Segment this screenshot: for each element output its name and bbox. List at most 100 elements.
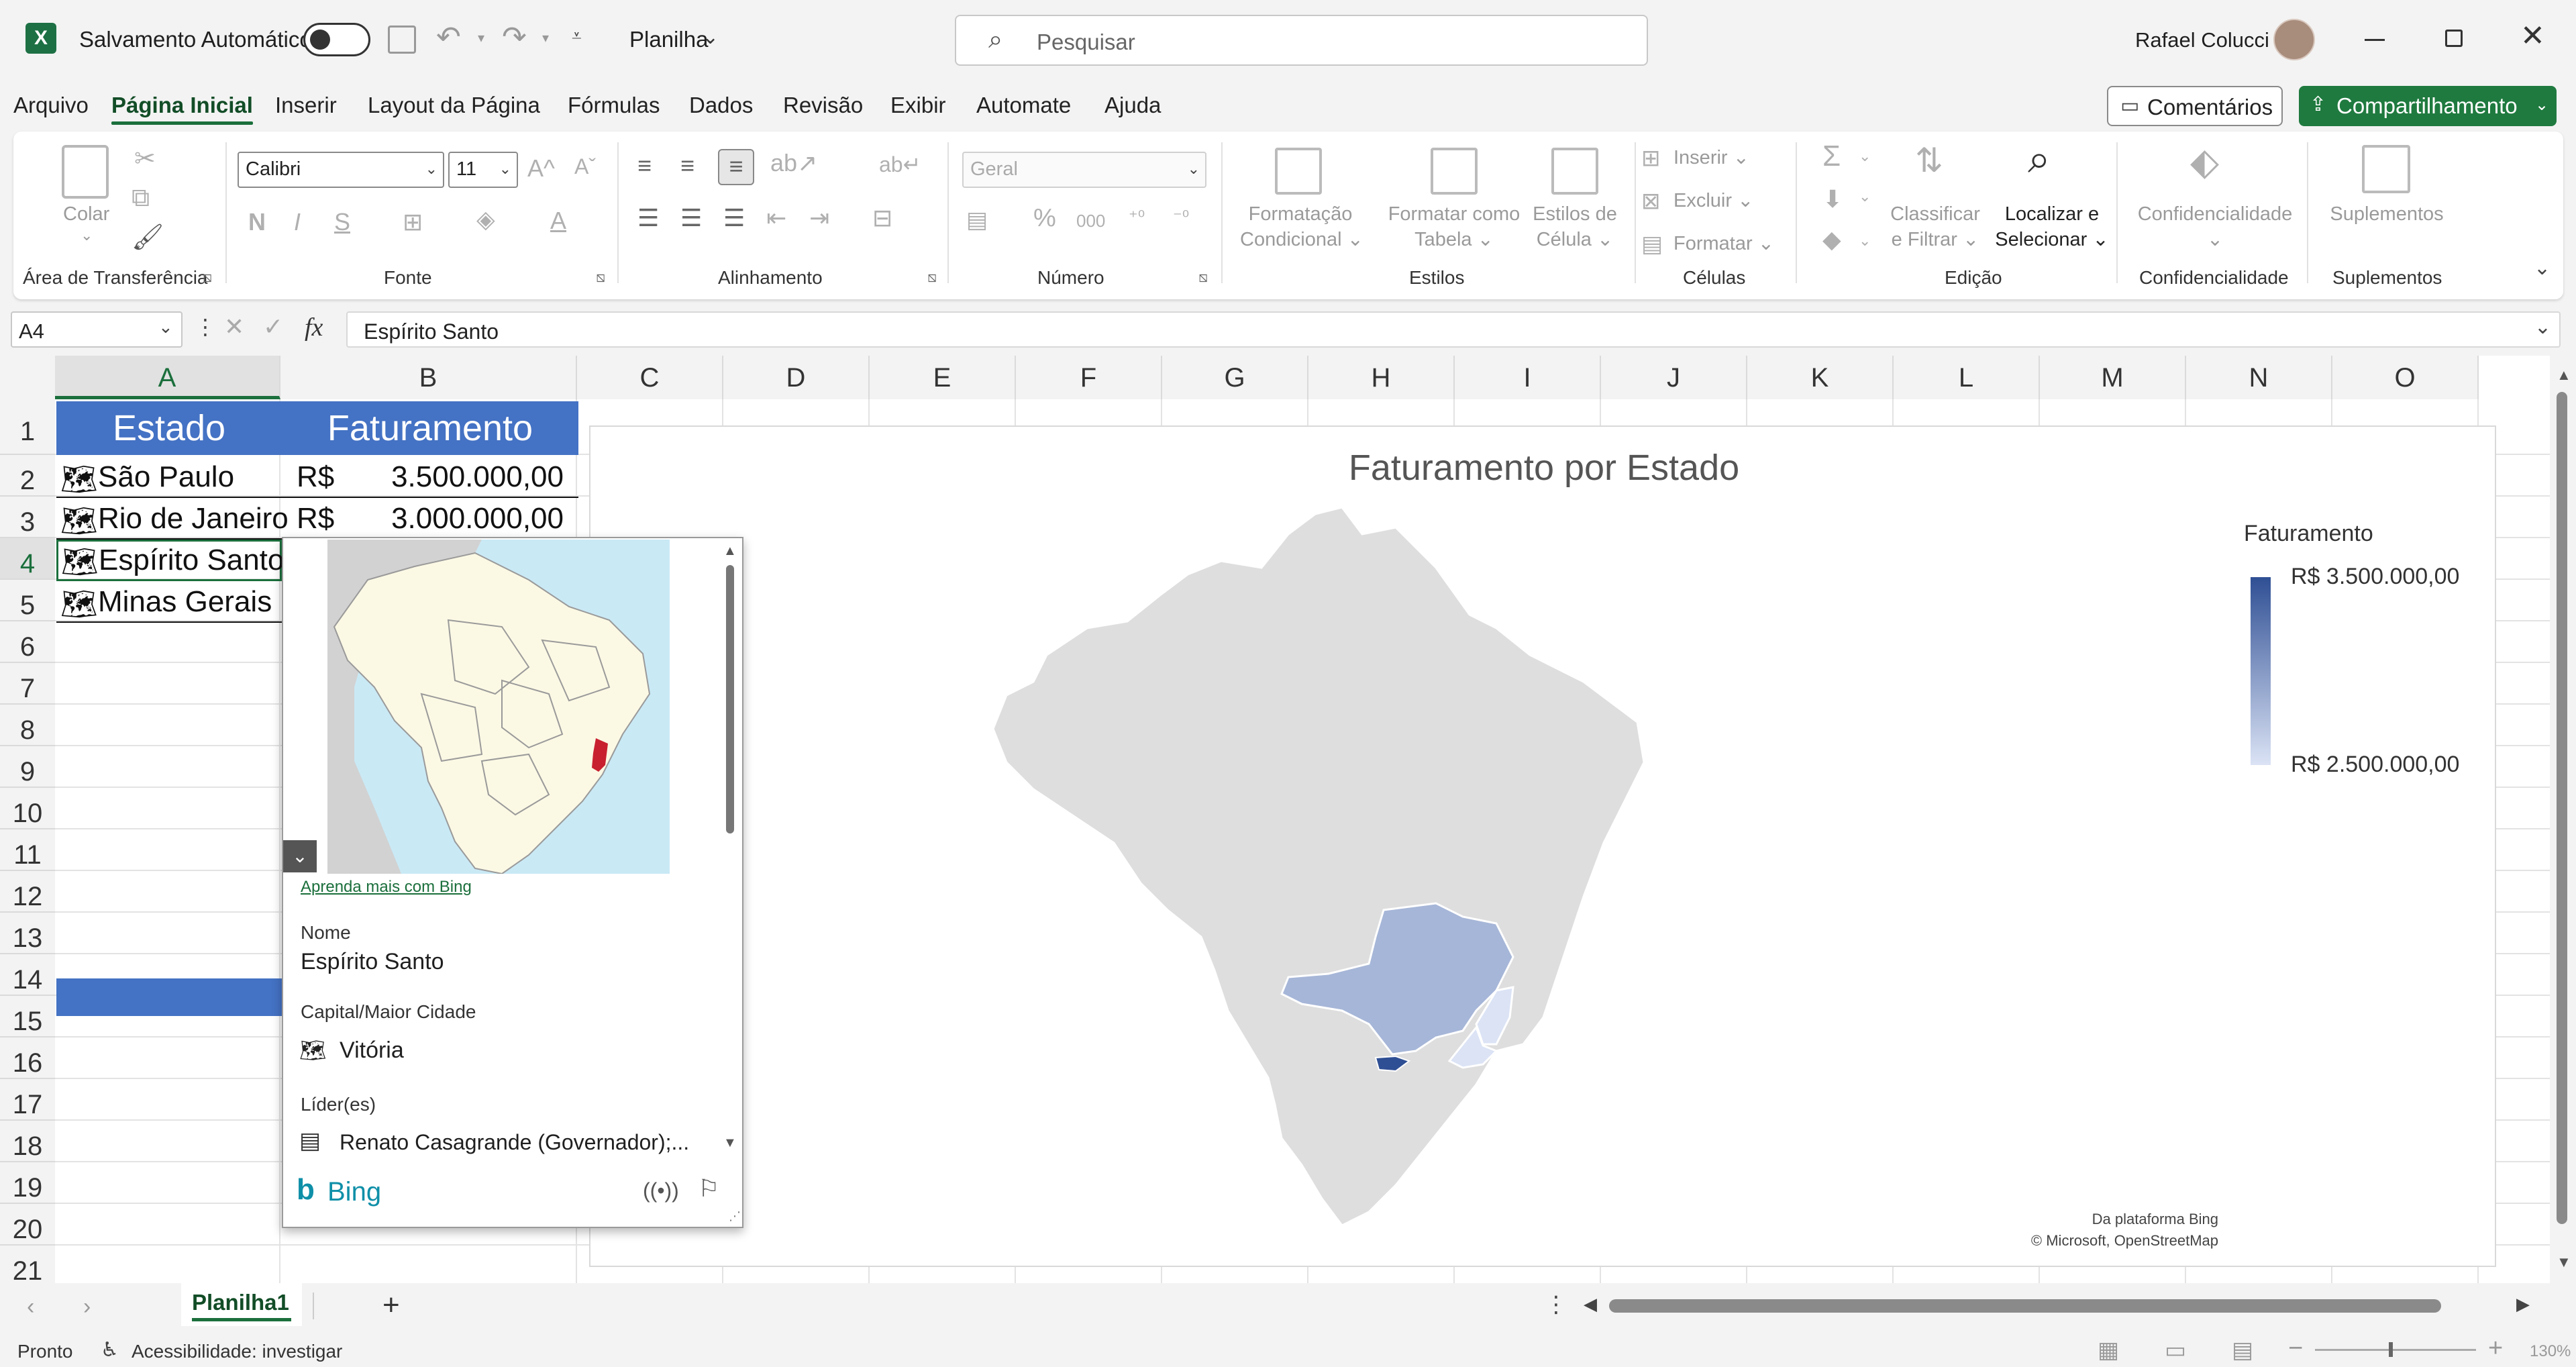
conditional-format-icon[interactable]	[1275, 148, 1322, 195]
menu-revisao[interactable]: Revisão	[783, 93, 863, 118]
column-header[interactable]: L	[1894, 356, 2040, 399]
select-all-corner[interactable]	[0, 356, 55, 399]
orientation-icon[interactable]: ab↗	[770, 149, 817, 177]
row-header[interactable]: 2	[0, 455, 55, 497]
card-resize-icon[interactable]: ⋰	[729, 1209, 741, 1223]
row-header[interactable]: 7	[0, 663, 55, 705]
find-select-label[interactable]: Localizar e Selecionar ⌄	[1992, 201, 2112, 252]
row-header[interactable]: 4	[0, 538, 55, 580]
insert-cells-label[interactable]: Inserir ⌄	[1673, 145, 1749, 170]
font-color-icon[interactable]: A	[550, 207, 566, 235]
add-sheet-button[interactable]: +	[382, 1288, 400, 1322]
row-header[interactable]: 16	[0, 1037, 55, 1079]
align-top-icon[interactable]: ≡	[637, 152, 652, 180]
zoom-level[interactable]: 130%	[2530, 1342, 2571, 1361]
row-header[interactable]: 1	[0, 399, 55, 455]
insert-cells-icon[interactable]: ⊞	[1641, 145, 1661, 172]
menu-arquivo[interactable]: Arquivo	[13, 93, 89, 118]
column-header[interactable]: K	[1747, 356, 1894, 399]
normal-view-icon[interactable]: ▦	[2098, 1337, 2119, 1364]
table-blank-row[interactable]	[56, 978, 282, 1016]
row-header[interactable]: 19	[0, 1162, 55, 1204]
redo-icon[interactable]: ↷	[502, 20, 527, 54]
close-icon[interactable]: ✕	[2520, 19, 2545, 53]
autosum-dropdown-icon[interactable]: ⌄	[1859, 148, 1871, 165]
row-header[interactable]: 8	[0, 705, 55, 746]
column-header[interactable]: B	[280, 356, 577, 399]
redo-dropdown-icon[interactable]: ▾	[542, 30, 549, 46]
cell-styles-label[interactable]: Estilos de Célula ⌄	[1525, 201, 1625, 252]
column-header[interactable]: F	[1016, 356, 1162, 399]
italic-icon[interactable]: I	[294, 208, 301, 236]
column-header[interactable]: M	[2040, 356, 2186, 399]
table-row[interactable]: 🗺 Rio de Janeiro R$ 3.000.000,00	[56, 498, 578, 540]
cut-icon[interactable]: ✂	[134, 144, 156, 174]
name-box[interactable]: A4 ⌄	[11, 311, 183, 348]
prev-sheet-icon[interactable]: ‹	[27, 1294, 34, 1320]
number-format-select[interactable]: Geral ⌄	[962, 152, 1206, 188]
map-chart[interactable]: Faturamento por Estado Faturamento R$ 3.…	[589, 425, 2496, 1267]
vertical-scrollbar[interactable]: ▲ ▼	[2550, 356, 2576, 1283]
row-header[interactable]: 10	[0, 788, 55, 829]
formula-expand-icon[interactable]: ⌄	[2534, 315, 2551, 339]
page-layout-view-icon[interactable]: ▭	[2165, 1337, 2186, 1364]
align-left-icon[interactable]: ☰	[637, 204, 659, 232]
card-capital-value[interactable]: Vitória	[340, 1037, 404, 1064]
align-center-icon[interactable]: ☰	[680, 204, 702, 232]
alignment-launcher-icon[interactable]: ⧅	[927, 268, 937, 286]
user-name[interactable]: Rafael Colucci	[2135, 28, 2269, 52]
formula-input[interactable]: Espírito Santo ⌄	[346, 311, 2561, 348]
avatar[interactable]	[2273, 19, 2315, 60]
save-icon[interactable]	[388, 26, 416, 54]
conditional-format-label[interactable]: Formatação Condicional ⌄	[1240, 201, 1363, 252]
horizontal-scroll-thumb[interactable]	[1609, 1299, 2441, 1313]
card-scroll-down-icon[interactable]: ▼	[723, 1135, 737, 1151]
menu-dados[interactable]: Dados	[689, 93, 753, 118]
comments-button[interactable]: ▭ Comentários	[2107, 86, 2283, 126]
column-header[interactable]: D	[723, 356, 870, 399]
table-row-selected[interactable]: 🗺 Espírito Santo	[56, 540, 284, 581]
align-middle-icon[interactable]: ≡	[680, 152, 694, 180]
scroll-up-icon[interactable]: ▲	[2557, 366, 2571, 384]
name-box-dropdown-icon[interactable]: ⌄	[158, 317, 173, 338]
format-painter-icon[interactable]: 🖌	[132, 223, 164, 252]
card-scrollbar[interactable]: ▲ ▼	[717, 538, 742, 1156]
undo-dropdown-icon[interactable]: ▾	[478, 30, 484, 46]
row-header[interactable]: 20	[0, 1204, 55, 1246]
autosum-icon[interactable]: Σ	[1822, 140, 1841, 173]
menu-formulas[interactable]: Fórmulas	[568, 93, 660, 118]
percent-icon[interactable]: %	[1033, 204, 1056, 233]
row-header[interactable]: 11	[0, 829, 55, 871]
column-header[interactable]: H	[1308, 356, 1455, 399]
font-launcher-icon[interactable]: ⧅	[596, 268, 605, 286]
column-header[interactable]: I	[1455, 356, 1601, 399]
row-header[interactable]: 13	[0, 913, 55, 954]
row-header[interactable]: 15	[0, 996, 55, 1037]
zoom-slider-thumb[interactable]	[2389, 1342, 2393, 1357]
row-header[interactable]: 14	[0, 954, 55, 996]
column-header[interactable]: E	[870, 356, 1016, 399]
zoom-slider[interactable]	[2315, 1342, 2476, 1357]
scroll-right-icon[interactable]: ▶	[2516, 1294, 2530, 1315]
page-break-view-icon[interactable]: ▤	[2232, 1337, 2253, 1364]
clear-icon[interactable]: ◆	[1822, 225, 1841, 254]
row-header[interactable]: 17	[0, 1079, 55, 1121]
autosave-toggle[interactable]	[303, 23, 370, 56]
accounting-format-icon[interactable]: ▤	[966, 207, 988, 234]
format-cells-label[interactable]: Formatar ⌄	[1673, 231, 1774, 256]
vertical-scroll-thumb[interactable]	[2557, 392, 2567, 1224]
delete-cells-icon[interactable]: ⊠	[1641, 188, 1661, 215]
fill-dropdown-icon[interactable]: ⌄	[1859, 188, 1871, 205]
wrap-text-icon[interactable]: ab↵	[879, 152, 921, 177]
minimize-icon[interactable]	[2365, 39, 2385, 41]
underline-icon[interactable]: S	[334, 208, 350, 236]
column-header[interactable]: G	[1162, 356, 1308, 399]
font-name-select[interactable]: Calibri ⌄	[238, 152, 444, 188]
menu-automate[interactable]: Automate	[976, 93, 1071, 118]
copy-icon[interactable]: ⧉	[132, 184, 150, 213]
formula-bar-more-icon[interactable]: ⋮	[195, 314, 216, 340]
insert-function-icon[interactable]: fx	[305, 313, 323, 342]
card-collapse-button[interactable]: ⌄	[283, 840, 317, 872]
addins-icon[interactable]	[2362, 145, 2410, 193]
addins-button-label[interactable]: Suplementos	[2323, 201, 2451, 227]
